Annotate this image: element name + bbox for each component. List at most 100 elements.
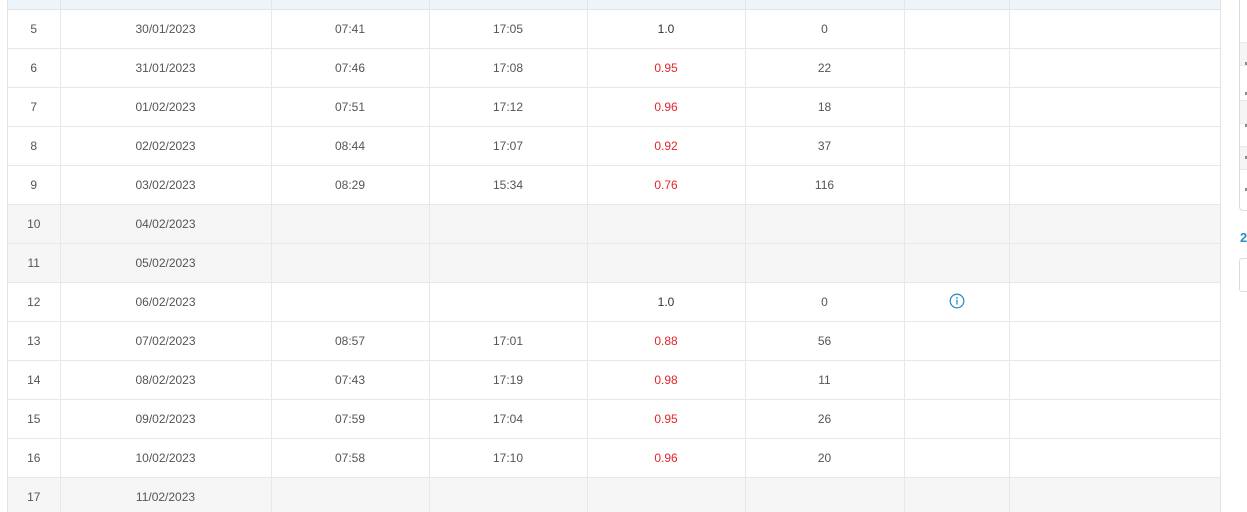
extra-cell [1009, 9, 1220, 49]
note-cell [904, 399, 1010, 439]
table-row[interactable]: 7 01/02/2023 07:51 17:12 0.96 18 [8, 87, 1220, 127]
row-number-cell: 16 [8, 438, 61, 478]
ratio-cell: 0.88 [587, 321, 746, 361]
check-out-cell: 17:19 [429, 360, 588, 400]
note-cell [904, 126, 1010, 166]
table-row[interactable]: 16 10/02/2023 07:58 17:10 0.96 20 [8, 438, 1220, 478]
info-circle-icon[interactable] [949, 293, 965, 309]
minutes-cell [745, 243, 905, 283]
row-number-cell: 7 [8, 87, 61, 127]
check-in-cell: 07:43 [271, 360, 430, 400]
note-cell [904, 243, 1010, 283]
check-in-cell [271, 282, 430, 322]
table-row[interactable]: 6 31/01/2023 07:46 17:08 0.95 22 [8, 48, 1220, 88]
minutes-cell: 18 [745, 87, 905, 127]
side-panel-button[interactable] [1239, 258, 1247, 292]
ratio-cell: 0.98 [587, 360, 746, 400]
table-row[interactable]: 11 05/02/2023 [8, 243, 1220, 283]
check-in-cell: 07:46 [271, 48, 430, 88]
date-cell: 02/02/2023 [60, 126, 272, 166]
check-in-cell [271, 477, 430, 512]
table-row[interactable]: 12 06/02/2023 1.0 0 [8, 282, 1220, 322]
note-cell [904, 9, 1010, 49]
minutes-cell: 37 [745, 126, 905, 166]
minutes-cell: 26 [745, 399, 905, 439]
row-number-cell: 8 [8, 126, 61, 166]
note-cell [904, 48, 1010, 88]
date-cell: 07/02/2023 [60, 321, 272, 361]
ratio-cell: 0.95 [587, 48, 746, 88]
ratio-cell: 0.96 [587, 87, 746, 127]
check-in-cell: 08:29 [271, 165, 430, 205]
row-number-cell: 15 [8, 399, 61, 439]
row-number-cell: 17 [8, 477, 61, 512]
row-number-cell: 14 [8, 360, 61, 400]
extra-cell [1009, 321, 1220, 361]
note-cell [904, 477, 1010, 512]
table-row[interactable]: 5 30/01/2023 07:41 17:05 1.0 0 [8, 9, 1220, 49]
check-in-cell: 07:41 [271, 9, 430, 49]
check-out-cell: 17:04 [429, 399, 588, 439]
extra-cell [1009, 243, 1220, 283]
date-cell: 09/02/2023 [60, 399, 272, 439]
attendance-table: 5 30/01/2023 07:41 17:05 1.0 0 6 31/01/2023 07:4… [7, 0, 1221, 512]
table-row[interactable]: 9 03/02/2023 08:29 15:34 0.76 116 [8, 165, 1220, 205]
minutes-cell: 56 [745, 321, 905, 361]
page: 5 30/01/2023 07:41 17:05 1.0 0 6 31/01/2023 07:4… [0, 0, 1247, 512]
table-row[interactable]: 17 11/02/2023 [8, 477, 1220, 512]
table-header-strip [8, 0, 1220, 10]
table-row[interactable]: 14 08/02/2023 07:43 17:19 0.98 11 [8, 360, 1220, 400]
check-out-cell [429, 204, 588, 244]
note-cell [904, 438, 1010, 478]
extra-cell [1009, 204, 1220, 244]
note-cell [904, 165, 1010, 205]
extra-cell [1009, 87, 1220, 127]
check-in-cell [271, 243, 430, 283]
note-cell [904, 87, 1010, 127]
table-row[interactable]: 13 07/02/2023 08:57 17:01 0.88 56 [8, 321, 1220, 361]
header-cell [429, 0, 588, 10]
header-cell [1009, 0, 1220, 10]
date-cell: 30/01/2023 [60, 9, 272, 49]
side-panel-partial[interactable] [1239, 0, 1247, 211]
side-panel-band [1240, 100, 1247, 124]
row-number-cell: 12 [8, 282, 61, 322]
extra-cell [1009, 282, 1220, 322]
date-cell: 08/02/2023 [60, 360, 272, 400]
date-cell: 01/02/2023 [60, 87, 272, 127]
ratio-cell: 0.76 [587, 165, 746, 205]
minutes-cell: 20 [745, 438, 905, 478]
date-cell: 06/02/2023 [60, 282, 272, 322]
row-number-cell: 5 [8, 9, 61, 49]
table-row[interactable]: 15 09/02/2023 07:59 17:04 0.95 26 [8, 399, 1220, 439]
note-cell[interactable] [904, 282, 1010, 322]
row-number-cell: 6 [8, 48, 61, 88]
check-out-cell [429, 477, 588, 512]
row-number-cell: 10 [8, 204, 61, 244]
check-out-cell: 17:05 [429, 9, 588, 49]
check-in-cell: 07:51 [271, 87, 430, 127]
extra-cell [1009, 48, 1220, 88]
ratio-cell [587, 477, 746, 512]
extra-cell [1009, 126, 1220, 166]
ratio-cell: 1.0 [587, 282, 746, 322]
date-cell: 10/02/2023 [60, 438, 272, 478]
header-cell [745, 0, 905, 10]
minutes-cell: 22 [745, 48, 905, 88]
check-out-cell: 17:08 [429, 48, 588, 88]
date-cell: 03/02/2023 [60, 165, 272, 205]
minutes-cell: 116 [745, 165, 905, 205]
minutes-cell: 0 [745, 282, 905, 322]
minutes-cell: 11 [745, 360, 905, 400]
check-in-cell: 07:59 [271, 399, 430, 439]
side-panel-number[interactable]: 2 [1240, 230, 1247, 245]
ratio-cell: 1.0 [587, 9, 746, 49]
note-cell [904, 204, 1010, 244]
check-out-cell: 17:10 [429, 438, 588, 478]
table-row[interactable]: 8 02/02/2023 08:44 17:07 0.92 37 [8, 126, 1220, 166]
check-in-cell: 08:44 [271, 126, 430, 166]
extra-cell [1009, 399, 1220, 439]
ratio-cell: 0.96 [587, 438, 746, 478]
ratio-cell [587, 243, 746, 283]
table-row[interactable]: 10 04/02/2023 [8, 204, 1220, 244]
